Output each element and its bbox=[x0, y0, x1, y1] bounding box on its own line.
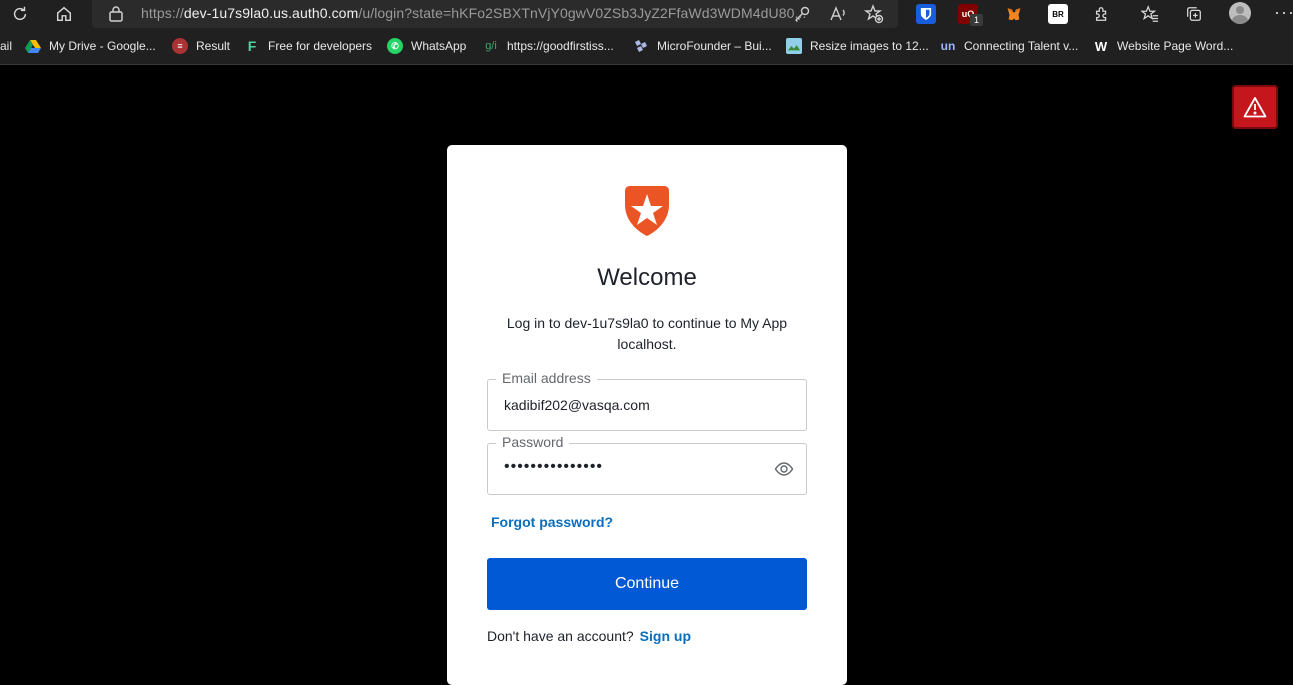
read-aloud-icon[interactable] bbox=[828, 4, 848, 24]
warning-button[interactable] bbox=[1232, 85, 1278, 129]
extension-badge: 1 bbox=[970, 14, 983, 26]
profile-avatar[interactable] bbox=[1229, 2, 1251, 24]
email-field[interactable]: Email address kadibif202@vasqa.com bbox=[487, 370, 807, 431]
no-account-text: Don't have an account? bbox=[487, 628, 634, 644]
password-value[interactable]: ••••••••••••••• bbox=[504, 458, 603, 476]
br-icon[interactable]: BR bbox=[1048, 4, 1068, 24]
bookmark-microfounder[interactable]: MicroFounder – Bui... bbox=[633, 28, 772, 64]
login-card: Welcome Log in to dev-1u7s9la0 to contin… bbox=[447, 145, 847, 685]
add-favorite-icon[interactable] bbox=[864, 4, 884, 24]
bookmark-label: https://goodfirstiss... bbox=[507, 39, 614, 53]
result-icon: ≡ bbox=[172, 38, 188, 54]
bookmark-connecting-talent[interactable]: un Connecting Talent v... bbox=[940, 28, 1079, 64]
show-password-icon[interactable] bbox=[774, 459, 794, 479]
bookmark-label: My Drive - Google... bbox=[49, 39, 156, 53]
google-drive-icon bbox=[25, 38, 41, 54]
bookmark-label: Website Page Word... bbox=[1117, 39, 1234, 53]
email-value[interactable]: kadibif202@vasqa.com bbox=[504, 397, 650, 413]
warning-icon bbox=[1243, 97, 1267, 118]
url-text[interactable]: https://dev-1u7s9la0.us.auth0.com/u/logi… bbox=[141, 5, 807, 21]
bookmark-result[interactable]: ≡ Result bbox=[172, 28, 230, 64]
password-field[interactable]: Password ••••••••••••••• bbox=[487, 434, 807, 495]
email-label: Email address bbox=[496, 370, 597, 386]
bookmark-goodfirstissue[interactable]: g/i https://goodfirstiss... bbox=[483, 28, 614, 64]
password-label: Password bbox=[496, 434, 570, 450]
signup-row: Don't have an account? Sign up bbox=[487, 628, 691, 644]
w-icon: W bbox=[1094, 38, 1108, 54]
bookmark-resize-images[interactable]: Resize images to 12... bbox=[786, 28, 929, 64]
browser-toolbar: https://dev-1u7s9la0.us.auth0.com/u/logi… bbox=[0, 0, 1293, 28]
whatsapp-icon: ✆ bbox=[387, 38, 403, 54]
signup-link[interactable]: Sign up bbox=[640, 628, 691, 644]
bitwarden-icon[interactable] bbox=[916, 4, 936, 24]
bookmark-website-page-word[interactable]: W Website Page Word... bbox=[1093, 28, 1233, 64]
url-path: /u/login?state=hKFo2SBXTnVjY0gwV0ZSb3JyZ… bbox=[358, 5, 807, 21]
refresh-icon[interactable] bbox=[6, 0, 34, 28]
bookmark-my-drive[interactable]: My Drive - Google... bbox=[25, 28, 156, 64]
bookmark-free-for-developers[interactable]: F Free for developers bbox=[244, 28, 372, 64]
bookmark-label: Free for developers bbox=[268, 39, 373, 53]
login-subtitle: Log in to dev-1u7s9la0 to continue to My… bbox=[506, 315, 788, 352]
bookmark-gmail[interactable]: ail bbox=[0, 28, 12, 64]
lock-icon[interactable] bbox=[108, 5, 124, 23]
favorites-icon[interactable] bbox=[1136, 0, 1164, 28]
extensions-icon[interactable] bbox=[1088, 0, 1116, 28]
forgot-password-link[interactable]: Forgot password? bbox=[491, 514, 613, 530]
f-icon: F bbox=[247, 38, 257, 54]
bookmark-label: ail bbox=[0, 39, 13, 53]
url-host: dev-1u7s9la0.us.auth0.com bbox=[183, 5, 359, 21]
bookmarks-bar: ail My Drive - Google... ≡ Result F Free… bbox=[0, 28, 1293, 65]
metamask-icon[interactable] bbox=[1004, 4, 1024, 24]
bookmark-label: WhatsApp bbox=[411, 39, 467, 53]
image-icon bbox=[786, 38, 802, 54]
microfounder-icon bbox=[633, 38, 649, 54]
url-scheme: https:// bbox=[141, 5, 184, 21]
bookmark-label: Connecting Talent v... bbox=[964, 39, 1079, 53]
auth0-logo-icon bbox=[625, 186, 669, 236]
more-icon[interactable]: ··· bbox=[1274, 2, 1293, 23]
bookmark-label: Result bbox=[196, 39, 231, 53]
key-icon[interactable] bbox=[792, 4, 812, 24]
un-icon: un bbox=[940, 39, 956, 53]
bookmark-label: MicroFounder – Bui... bbox=[657, 39, 772, 53]
gfi-icon: g/i bbox=[485, 40, 497, 52]
bookmark-label: Resize images to 12... bbox=[810, 39, 929, 53]
page-title: Welcome bbox=[597, 264, 697, 291]
bookmark-whatsapp[interactable]: ✆ WhatsApp bbox=[387, 28, 466, 64]
address-bar[interactable]: https://dev-1u7s9la0.us.auth0.com/u/logi… bbox=[92, 0, 898, 28]
collections-icon[interactable] bbox=[1180, 0, 1208, 28]
continue-button[interactable]: Continue bbox=[487, 558, 807, 610]
home-icon[interactable] bbox=[50, 0, 78, 28]
